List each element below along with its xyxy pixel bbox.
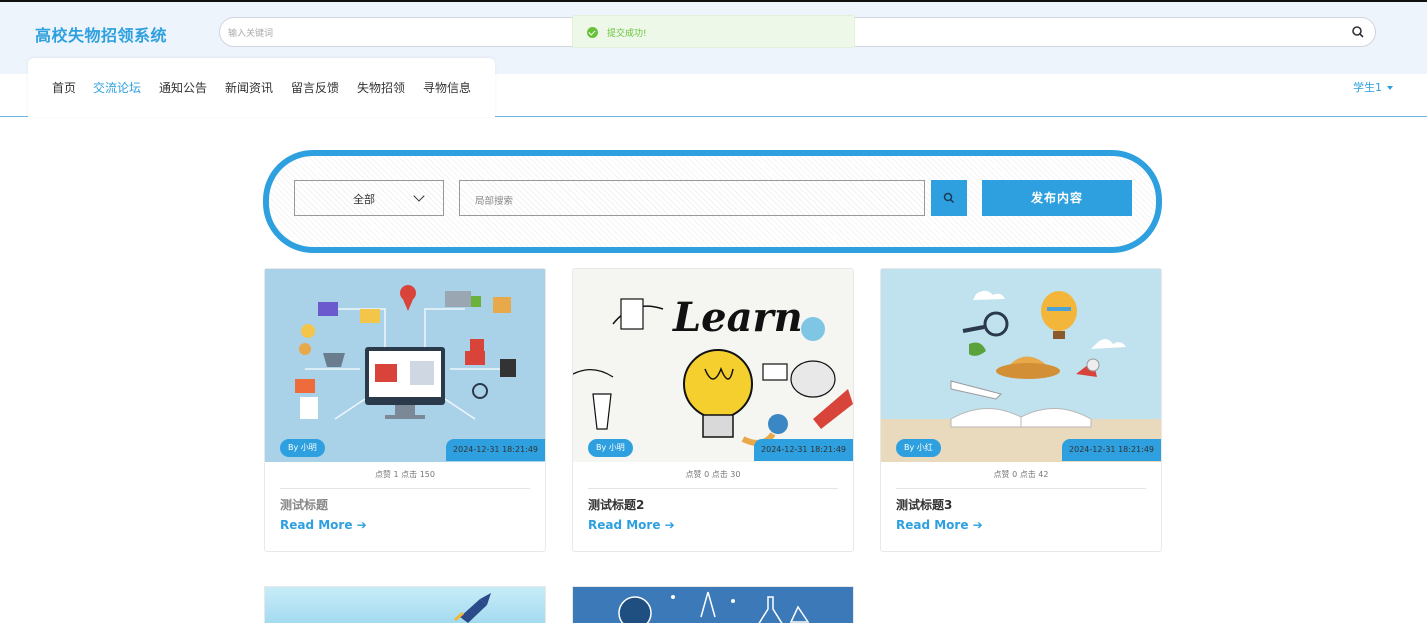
nav-item-lost-found[interactable]: 失物招领: [357, 79, 405, 96]
post-card[interactable]: [572, 586, 854, 623]
post-title[interactable]: 测试标题: [280, 496, 328, 513]
category-select-value: 全部: [353, 193, 375, 206]
card-divider: [896, 488, 1146, 489]
nav-item-forum[interactable]: 交流论坛: [93, 79, 141, 96]
toast-message: 提交成功!: [607, 29, 647, 39]
post-title[interactable]: 测试标题3: [896, 496, 952, 513]
post-thumbnail[interactable]: [265, 269, 545, 462]
nav-item-home[interactable]: 首页: [52, 79, 76, 96]
local-search-input[interactable]: 局部搜索: [459, 180, 925, 216]
site-title[interactable]: 高校失物招领系统: [35, 22, 167, 46]
check-circle-icon: [587, 27, 598, 38]
post-author-badge: By 小红: [896, 439, 941, 457]
post-date-badge: 2024-12-31 18:21:49: [446, 439, 545, 461]
caret-down-icon: [1387, 86, 1393, 90]
travel-book-illustration-icon: [881, 269, 1161, 462]
post-thumbnail[interactable]: [881, 269, 1161, 462]
local-search-placeholder: 局部搜索: [475, 196, 514, 207]
read-more-link[interactable]: Read More ➔: [280, 518, 367, 532]
ecommerce-illustration-icon: [265, 269, 545, 462]
post-author-badge: By 小明: [588, 439, 633, 457]
science-illustration-icon: [573, 587, 853, 623]
post-card[interactable]: Learn By 小明 2024-12-31 18:21:49 点赞 0 点击 …: [572, 268, 854, 552]
post-card[interactable]: [264, 586, 546, 623]
category-select[interactable]: 全部: [294, 180, 444, 216]
learn-lightbulb-illustration-icon: Learn: [573, 269, 853, 462]
post-card[interactable]: By 小明 2024-12-31 18:21:49 点赞 1 点击 150 测试…: [264, 268, 546, 552]
post-thumbnail[interactable]: Learn: [573, 269, 853, 462]
thumbnail-learn-text: Learn: [672, 294, 803, 341]
nav-item-notices[interactable]: 通知公告: [159, 79, 207, 96]
card-divider: [280, 488, 530, 489]
read-more-link[interactable]: Read More ➔: [588, 518, 675, 532]
rocket-illustration-icon: [265, 587, 545, 623]
nav-item-seek-items[interactable]: 寻物信息: [423, 79, 471, 96]
success-toast: 提交成功!: [572, 15, 855, 48]
post-stats: 点赞 0 点击 30: [685, 470, 741, 479]
chevron-down-icon: [413, 190, 425, 202]
post-date-badge: 2024-12-31 18:21:49: [754, 439, 853, 461]
search-icon: [943, 192, 955, 204]
nav-item-news[interactable]: 新闻资讯: [225, 79, 273, 96]
publish-button[interactable]: 发布内容: [982, 180, 1132, 216]
post-title[interactable]: 测试标题2: [588, 496, 644, 513]
card-divider: [588, 488, 838, 489]
main-nav: 首页 交流论坛 通知公告 新闻资讯 留言反馈 失物招领 寻物信息: [28, 58, 495, 117]
search-placeholder: 输入关键词: [228, 29, 274, 39]
search-button[interactable]: [931, 180, 967, 216]
read-more-link[interactable]: Read More ➔: [896, 518, 983, 532]
post-card[interactable]: By 小红 2024-12-31 18:21:49 点赞 0 点击 42 测试标…: [880, 268, 1162, 552]
nav-item-feedback[interactable]: 留言反馈: [291, 79, 339, 96]
post-stats: 点赞 1 点击 150: [375, 470, 435, 479]
post-stats: 点赞 0 点击 42: [993, 470, 1049, 479]
post-author-badge: By 小明: [280, 439, 325, 457]
post-date-badge: 2024-12-31 18:21:49: [1062, 439, 1161, 461]
search-icon[interactable]: [1351, 25, 1365, 39]
user-name: 学生1: [1353, 81, 1382, 94]
user-menu[interactable]: 学生1: [1353, 79, 1393, 95]
